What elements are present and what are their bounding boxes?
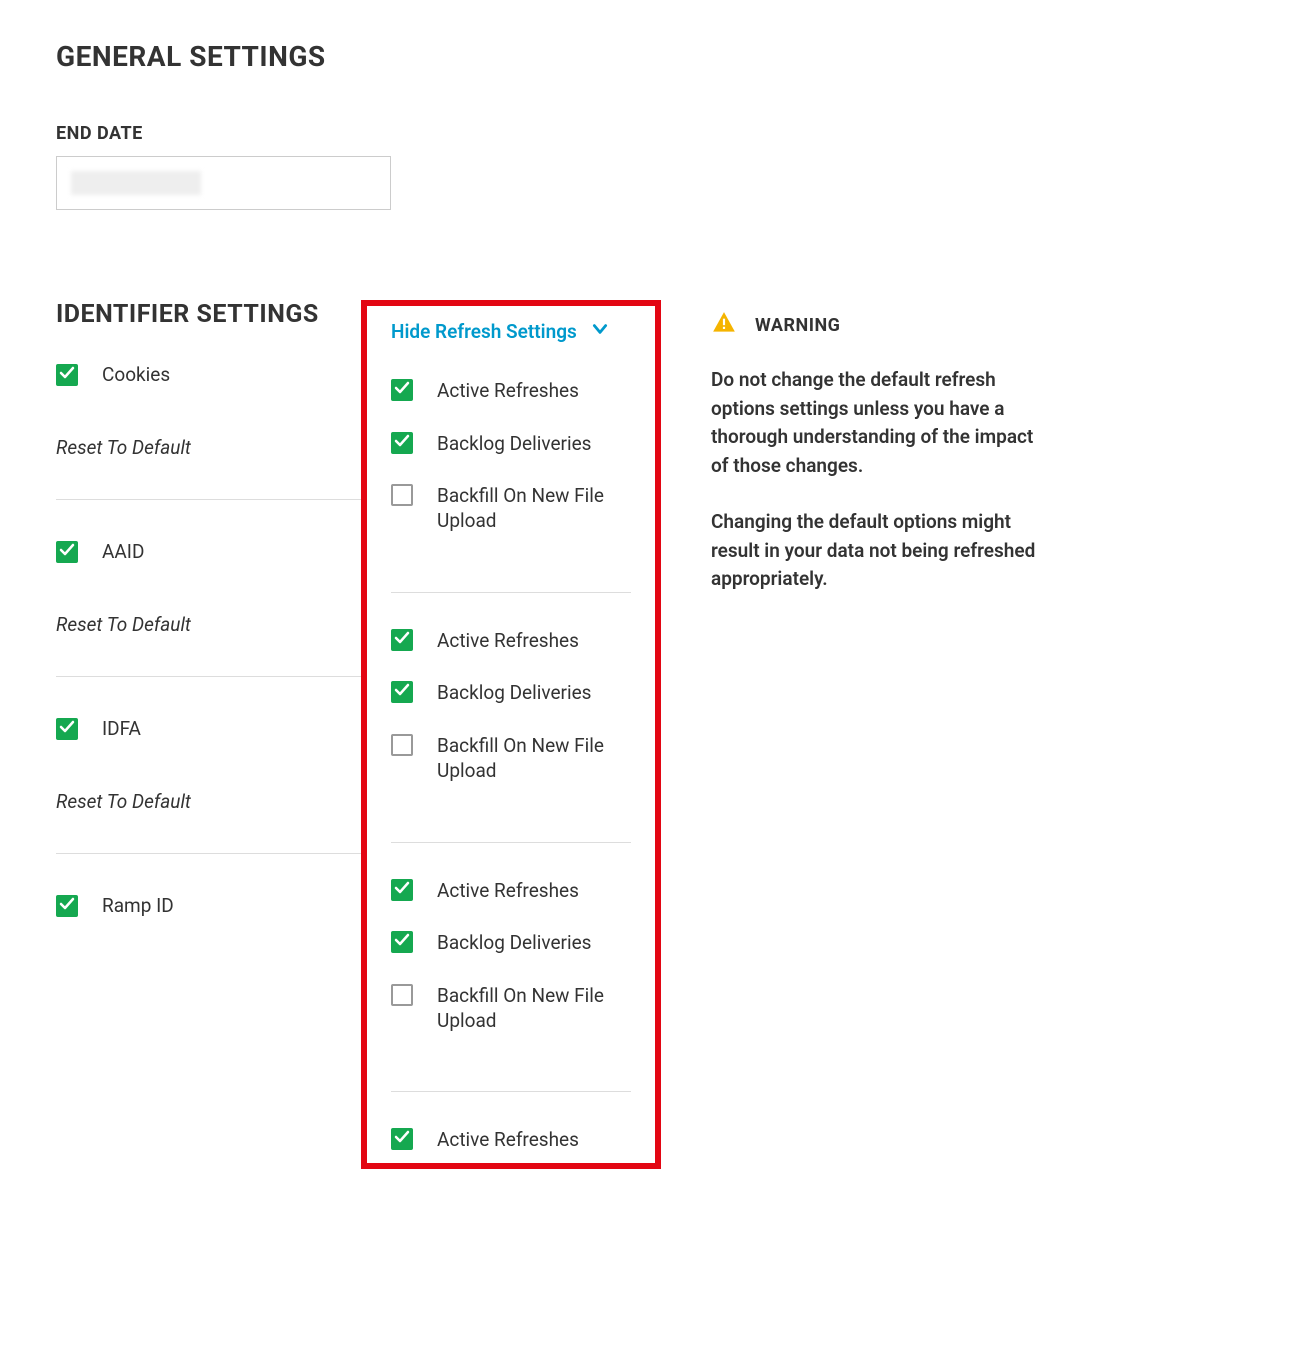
identifier-label: IDFA (102, 717, 141, 740)
chevron-down-icon (591, 320, 609, 343)
warning-text-1: Do not change the default refresh option… (711, 366, 1051, 480)
checkbox-backfill-upload[interactable] (391, 484, 413, 506)
warning-text-2: Changing the default options might resul… (711, 508, 1051, 594)
active-refreshes-label: Active Refreshes (437, 1128, 631, 1153)
reset-to-default-link[interactable]: Reset To Default (56, 613, 361, 636)
reset-to-default-link[interactable]: Reset To Default (56, 436, 361, 459)
identifier-group-cookies: Cookies Reset To Default (56, 363, 361, 500)
identifier-group-idfa: IDFA Reset To Default (56, 717, 361, 854)
checkbox-backlog-deliveries[interactable] (391, 432, 413, 454)
checkbox-active-refreshes[interactable] (391, 629, 413, 651)
checkbox-backlog-deliveries[interactable] (391, 681, 413, 703)
active-refreshes-label: Active Refreshes (437, 879, 631, 904)
backlog-deliveries-label: Backlog Deliveries (437, 681, 631, 706)
check-icon (394, 433, 410, 453)
refresh-options-cookies: Active Refreshes Backlog Deliveries Back… (391, 377, 631, 593)
identifier-settings-title: IDENTIFIER SETTINGS (56, 300, 361, 329)
backfill-upload-label: Backfill On New File Upload (437, 734, 631, 783)
check-icon (394, 630, 410, 650)
general-settings-title: GENERAL SETTINGS (56, 40, 1258, 73)
hide-refresh-settings-toggle[interactable]: Hide Refresh Settings (391, 320, 631, 343)
refresh-options-idfa: Active Refreshes Backlog Deliveries Back… (391, 877, 631, 1093)
backlog-deliveries-label: Backlog Deliveries (437, 432, 631, 457)
identifier-label: Cookies (102, 363, 170, 386)
check-icon (59, 365, 75, 385)
end-date-value-redacted (71, 171, 201, 195)
backfill-upload-label: Backfill On New File Upload (437, 984, 631, 1033)
check-icon (394, 880, 410, 900)
end-date-label: END DATE (56, 123, 1258, 144)
checkbox-backfill-upload[interactable] (391, 734, 413, 756)
checkbox-backlog-deliveries[interactable] (391, 931, 413, 953)
reset-to-default-link[interactable]: Reset To Default (56, 790, 361, 813)
checkbox-aaid[interactable] (56, 541, 78, 563)
checkbox-rampid[interactable] (56, 895, 78, 917)
refresh-settings-panel: Hide Refresh Settings Active Refreshes B… (361, 300, 661, 1169)
active-refreshes-label: Active Refreshes (437, 379, 631, 404)
warning-icon (711, 310, 737, 340)
identifier-label: AAID (102, 540, 144, 563)
identifier-group-aaid: AAID Reset To Default (56, 540, 361, 677)
checkbox-cookies[interactable] (56, 364, 78, 386)
check-icon (59, 542, 75, 562)
check-icon (59, 719, 75, 739)
identifier-group-rampid: Ramp ID (56, 894, 361, 977)
backfill-upload-label: Backfill On New File Upload (437, 484, 631, 533)
active-refreshes-label: Active Refreshes (437, 629, 631, 654)
backlog-deliveries-label: Backlog Deliveries (437, 931, 631, 956)
checkbox-idfa[interactable] (56, 718, 78, 740)
checkbox-active-refreshes[interactable] (391, 379, 413, 401)
end-date-input[interactable] (56, 156, 391, 210)
checkbox-active-refreshes[interactable] (391, 1128, 413, 1150)
refresh-options-rampid: Active Refreshes (391, 1126, 631, 1153)
identifier-label: Ramp ID (102, 894, 174, 917)
warning-title: WARNING (755, 315, 840, 336)
check-icon (394, 682, 410, 702)
checkbox-active-refreshes[interactable] (391, 879, 413, 901)
refresh-options-aaid: Active Refreshes Backlog Deliveries Back… (391, 627, 631, 843)
check-icon (59, 896, 75, 916)
check-icon (394, 380, 410, 400)
check-icon (394, 1129, 410, 1149)
hide-refresh-label: Hide Refresh Settings (391, 320, 577, 343)
check-icon (394, 932, 410, 952)
checkbox-backfill-upload[interactable] (391, 984, 413, 1006)
